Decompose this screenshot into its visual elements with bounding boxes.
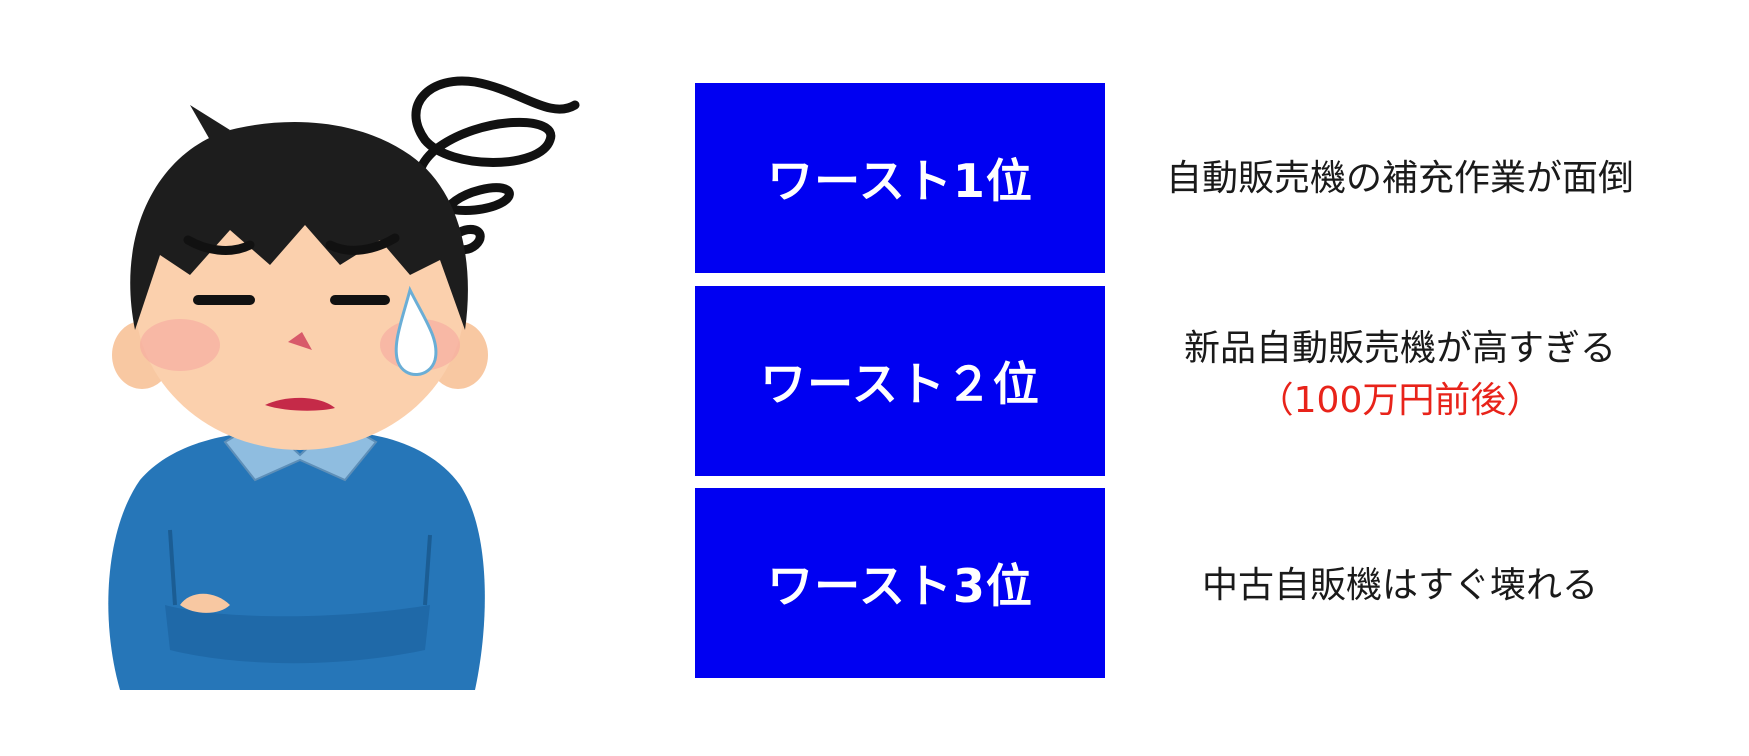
rank-box-2: ワースト２位 — [695, 286, 1105, 476]
rank-label-3: ワースト3位 — [767, 559, 1033, 613]
reason-2-note: （100万円前後） — [1257, 380, 1543, 422]
reason-2-text: 新品自動販売機が高すぎる — [1183, 328, 1616, 369]
rank-box-1: ワースト1位 — [695, 83, 1105, 273]
reason-3: 中古自販機はすぐ壊れる — [1120, 560, 1680, 612]
rank-box-3: ワースト3位 — [695, 488, 1105, 678]
reason-2: 新品自動販売機が高すぎる （100万円前後） — [1120, 323, 1680, 427]
reason-1: 自動販売機の補充作業が面倒 — [1120, 153, 1680, 205]
reason-1-text: 自動販売機の補充作業が面倒 — [1165, 158, 1634, 199]
reason-3-text: 中古自販機はすぐ壊れる — [1201, 565, 1598, 606]
rank-label-1: ワースト1位 — [767, 154, 1033, 208]
troubled-man-icon — [108, 76, 580, 690]
rank-label-2: ワースト２位 — [760, 357, 1040, 411]
